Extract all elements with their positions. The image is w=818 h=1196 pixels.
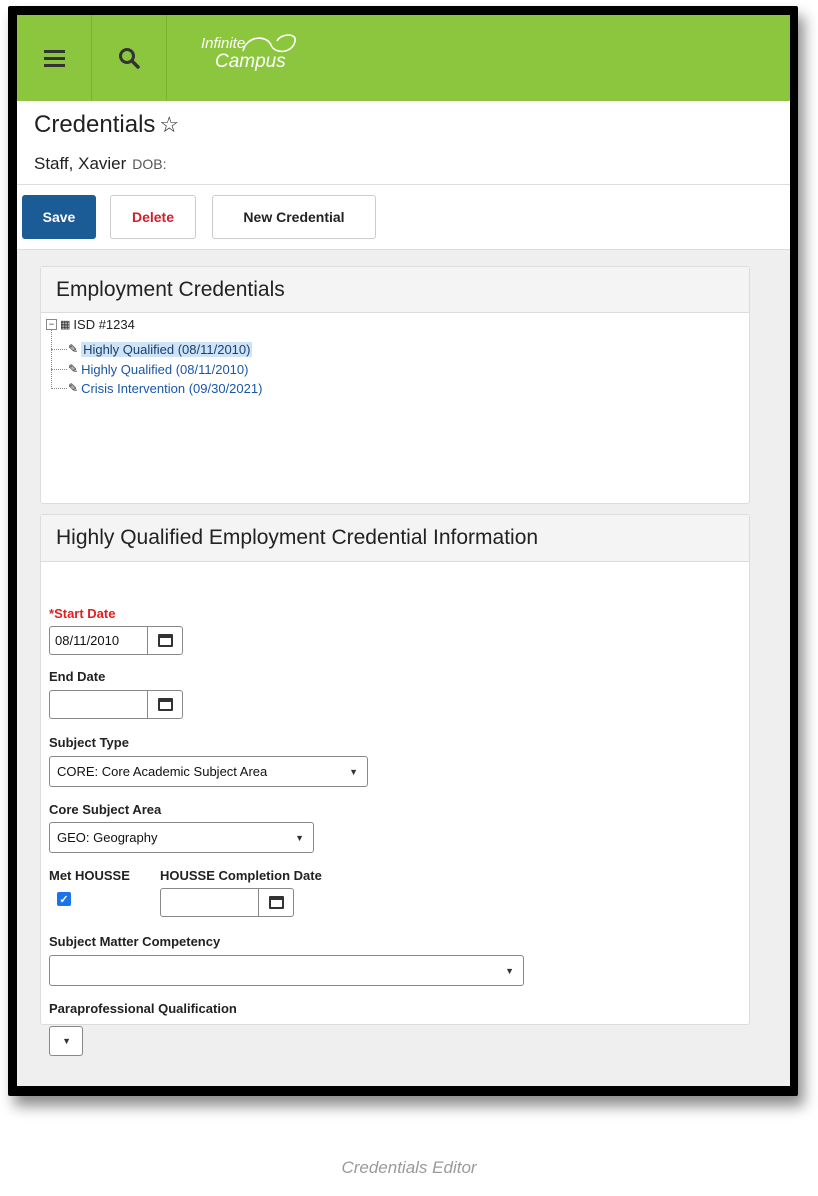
app-window: Infinite Campus Credentials ☆ Staff, Xavi… xyxy=(17,15,790,1086)
subject-type-select[interactable]: CORE: Core Academic Subject Area ▼ xyxy=(49,756,368,787)
end-date-field[interactable] xyxy=(49,690,183,719)
met-housse-checkbox[interactable]: ✓ xyxy=(57,892,71,906)
housse-completion-date-label: HOUSSE Completion Date xyxy=(160,868,322,883)
end-date-input[interactable] xyxy=(50,691,148,718)
housse-completion-date-input[interactable] xyxy=(161,889,259,916)
infinite-campus-logo: Infinite Campus xyxy=(201,34,296,71)
core-subject-area-select[interactable]: GEO: Geography ▼ xyxy=(49,822,314,853)
start-date-input[interactable]: 08/11/2010 xyxy=(50,627,148,654)
new-credential-button[interactable]: New Credential xyxy=(212,195,376,239)
calendar-icon[interactable] xyxy=(148,627,182,654)
save-button[interactable]: Save xyxy=(22,195,96,239)
pencil-icon: ✎ xyxy=(68,362,79,376)
chevron-down-icon: ▼ xyxy=(62,1036,71,1046)
end-date-label: End Date xyxy=(49,669,106,684)
chevron-down-icon: ▼ xyxy=(295,832,304,843)
figure-caption: Credentials Editor xyxy=(341,1158,477,1177)
employment-credentials-panel: Employment Credentials − ▦ ISD #1234 ✎ H… xyxy=(40,266,750,504)
pencil-icon: ✎ xyxy=(68,381,79,395)
action-bar: Save Delete New Credential xyxy=(17,185,790,250)
pencil-icon: ✎ xyxy=(68,342,79,356)
panel-title: Employment Credentials xyxy=(41,267,749,313)
page-header: Credentials ☆ Staff, Xavier DOB: xyxy=(17,101,790,185)
chevron-down-icon: ▼ xyxy=(505,965,514,976)
tree-item[interactable]: ✎ Highly Qualified (08/11/2010) xyxy=(51,360,248,378)
core-subject-area-label: Core Subject Area xyxy=(49,802,162,817)
start-date-field[interactable]: 08/11/2010 xyxy=(49,626,183,655)
paraprofessional-qualification-label: Paraprofessional Qualification xyxy=(49,1001,237,1016)
subject-matter-competency-label: Subject Matter Competency xyxy=(49,934,221,949)
paraprofessional-qualification-select[interactable]: ▼ xyxy=(49,1026,83,1056)
tree-root[interactable]: − ▦ ISD #1234 xyxy=(46,317,135,332)
search-icon[interactable] xyxy=(92,15,167,101)
subject-type-label: Subject Type xyxy=(49,735,129,750)
top-bar: Infinite Campus xyxy=(17,15,790,101)
panel-title: Highly Qualified Employment Credential I… xyxy=(41,515,749,562)
calendar-icon[interactable] xyxy=(148,691,182,718)
tree-item[interactable]: ✎ Highly Qualified (08/11/2010) xyxy=(51,340,253,358)
favorite-star-icon[interactable]: ☆ xyxy=(159,112,179,137)
start-date-label: *Start Date xyxy=(49,606,116,621)
credential-detail-panel: Highly Qualified Employment Credential I… xyxy=(40,514,750,1025)
menu-icon[interactable] xyxy=(17,15,92,101)
person-info: Staff, Xavier DOB: xyxy=(34,154,167,173)
met-housse-label: Met HOUSSE xyxy=(49,868,130,883)
page-title: Credentials ☆ xyxy=(34,111,180,138)
chevron-down-icon: ▼ xyxy=(349,766,358,777)
subject-matter-competency-select[interactable]: ▼ xyxy=(49,955,524,986)
calendar-icon[interactable] xyxy=(259,889,293,916)
housse-completion-date-field[interactable] xyxy=(160,888,294,917)
tree-item[interactable]: ✎ Crisis Intervention (09/30/2021) xyxy=(51,379,262,397)
building-icon: ▦ xyxy=(60,319,71,331)
delete-button[interactable]: Delete xyxy=(110,195,196,239)
